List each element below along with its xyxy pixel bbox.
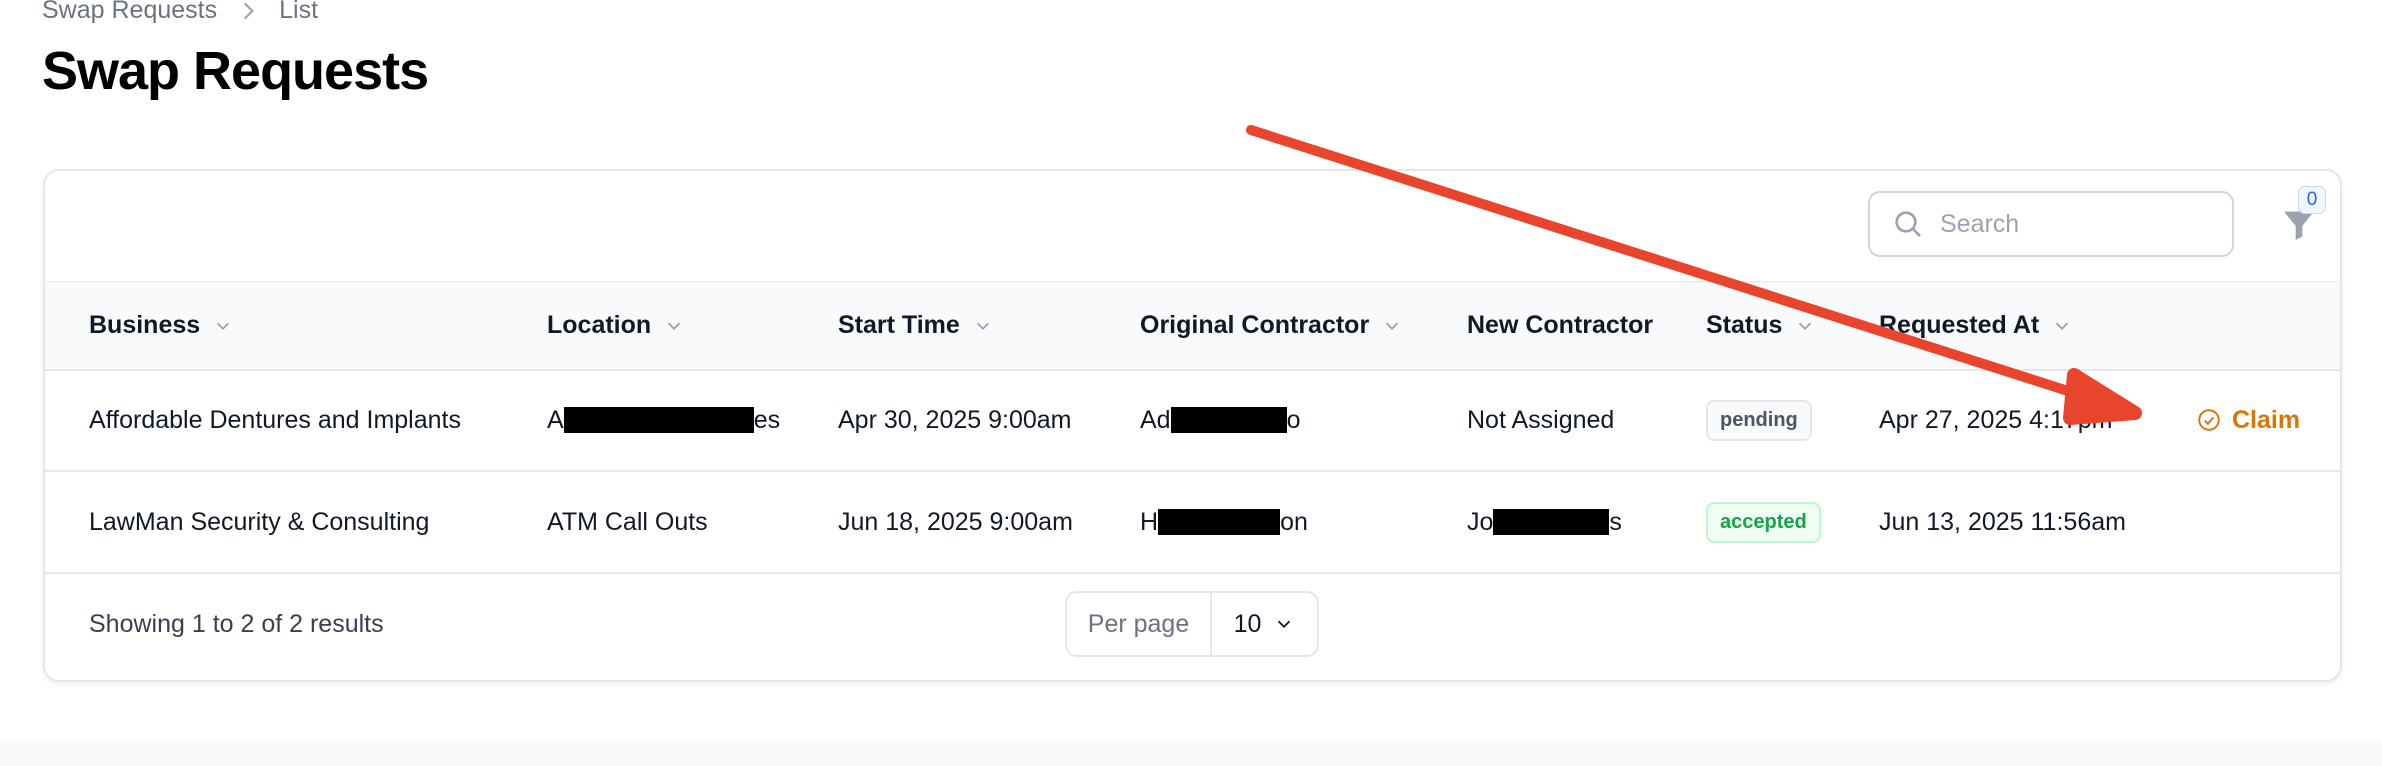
column-header-new-contractor: New Contractor: [1467, 282, 1653, 369]
column-header-business[interactable]: Business: [89, 282, 234, 369]
redaction-bar: [563, 407, 754, 433]
chevron-down-icon: [2056, 322, 2069, 330]
chevron-down-icon: [1386, 322, 1399, 330]
chevron-down-icon: [217, 322, 230, 330]
text-fragment: on: [1280, 507, 1308, 536]
column-label: Business: [89, 311, 201, 339]
cell-location: ATM Call Outs: [547, 507, 708, 536]
text-fragment: H: [1140, 507, 1159, 536]
column-header-location[interactable]: Location: [547, 282, 685, 369]
column-label: New Contractor: [1467, 311, 1654, 339]
column-label: Start Time: [838, 311, 960, 339]
cell-requested-at: Jun 13, 2025 11:56am: [1879, 507, 2126, 536]
cell-actions: Claim: [2196, 370, 2300, 470]
chevron-down-icon: [976, 322, 989, 330]
table-toolbar: 0: [45, 171, 2340, 283]
column-header-requested-at[interactable]: Requested At: [1879, 282, 2073, 369]
cell-requested-at: Apr 27, 2025 4:17pm: [1879, 405, 2113, 434]
breadcrumb-item-list: List: [279, 0, 319, 24]
redaction-bar: [1170, 407, 1287, 433]
table-footer: Showing 1 to 2 of 2 results Per page 10: [45, 571, 2340, 678]
text-fragment: Ad: [1140, 405, 1171, 434]
search-input[interactable]: [1938, 208, 2202, 240]
claim-button[interactable]: Claim: [2196, 406, 2300, 435]
cell-original-contractor: Hon: [1140, 472, 1308, 572]
page-bottom-area: [0, 740, 2382, 766]
text-fragment: o: [1286, 405, 1301, 434]
chevron-down-icon: [1278, 620, 1291, 629]
column-label: Original Contractor: [1140, 311, 1370, 339]
text-fragment: Jo: [1467, 507, 1494, 536]
column-header-original-contractor[interactable]: Original Contractor: [1140, 282, 1403, 369]
redaction-bar: [1493, 509, 1610, 535]
filter-count-badge: 0: [2298, 186, 2326, 214]
cell-status: pending: [1706, 370, 1812, 470]
column-label: Requested At: [1879, 311, 2040, 339]
cell-start-time: Jun 18, 2025 9:00am: [838, 507, 1073, 536]
table-row[interactable]: Affordable Dentures and Implants Aes Apr…: [45, 370, 2340, 472]
search-field[interactable]: [1868, 191, 2234, 257]
page: Swap Requests List Swap Requests 0 Busin…: [0, 0, 2382, 766]
redaction-bar: [1158, 509, 1281, 535]
cell-status: accepted: [1706, 472, 1821, 572]
table-row[interactable]: LawMan Security & Consulting ATM Call Ou…: [45, 472, 2340, 574]
text-fragment: s: [1609, 507, 1622, 536]
claim-label: Claim: [2232, 405, 2301, 434]
breadcrumb: Swap Requests List: [42, 0, 318, 25]
per-page-value: 10: [1233, 609, 1262, 638]
cell-business: Affordable Dentures and Implants: [89, 405, 461, 434]
column-label: Status: [1706, 311, 1783, 339]
page-title: Swap Requests: [42, 41, 429, 101]
text-fragment: A: [547, 405, 564, 434]
cell-location: Aes: [547, 370, 780, 470]
per-page-select[interactable]: Per page 10: [1065, 591, 1319, 657]
breadcrumb-item-swap-requests[interactable]: Swap Requests: [42, 0, 217, 25]
table-card: 0 Business Location Start Time Original …: [43, 169, 2342, 682]
per-page-label: Per page: [1067, 593, 1212, 655]
chevron-right-icon: [235, 0, 261, 24]
column-header-status[interactable]: Status: [1706, 282, 1816, 369]
table-header: Business Location Start Time Original Co…: [45, 282, 2340, 371]
chevron-down-icon: [1799, 322, 1812, 330]
cell-business: LawMan Security & Consulting: [89, 507, 430, 536]
per-page-dropdown[interactable]: 10: [1212, 593, 1317, 655]
column-label: Location: [547, 311, 652, 339]
text-fragment: es: [753, 405, 781, 434]
status-badge: pending: [1706, 399, 1812, 441]
check-circle-icon: [2198, 409, 2220, 431]
column-header-start-time[interactable]: Start Time: [838, 282, 994, 369]
cell-original-contractor: Ad o: [1140, 370, 1301, 470]
chevron-down-icon: [668, 322, 681, 330]
pagination-summary: Showing 1 to 2 of 2 results: [89, 610, 384, 638]
cell-new-contractor: Jo s: [1467, 472, 1622, 572]
cell-start-time: Apr 30, 2025 9:00am: [838, 405, 1072, 434]
cell-new-contractor: Not Assigned: [1467, 405, 1615, 434]
status-badge: accepted: [1706, 501, 1821, 543]
search-icon: [1895, 211, 1921, 237]
